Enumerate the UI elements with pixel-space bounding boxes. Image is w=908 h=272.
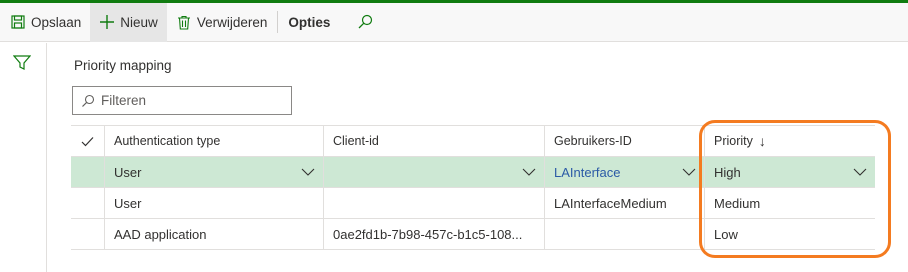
chevron-down-icon	[853, 165, 867, 180]
delete-label: Verwijderen	[196, 14, 268, 30]
search-icon	[80, 93, 96, 109]
priority-cell[interactable]: Medium	[704, 188, 875, 218]
delete-button[interactable]: Verwijderen	[167, 3, 277, 42]
authentication-type-cell[interactable]: User	[104, 188, 323, 218]
client-id-cell[interactable]: 0ae2fd1b-7b98-457c-b1c5-108...	[323, 219, 544, 249]
save-label: Opslaan	[31, 14, 82, 30]
toolbar-divider	[277, 11, 279, 33]
trash-icon	[176, 14, 192, 30]
options-tab[interactable]: Opties	[279, 3, 339, 42]
user-id-cell[interactable]: LAInterfaceMedium	[544, 188, 704, 218]
new-button[interactable]: Nieuw	[90, 2, 167, 42]
user-id-dropdown[interactable]: LAInterface	[544, 157, 704, 187]
row-selector[interactable]	[71, 157, 104, 187]
client-id-cell[interactable]	[323, 188, 544, 218]
priority-dropdown[interactable]: High	[704, 157, 875, 187]
priority-grid: Authentication type Client-id Gebruikers…	[71, 125, 875, 250]
new-label: Nieuw	[120, 14, 158, 30]
grid-header: Authentication type Client-id Gebruikers…	[71, 126, 875, 157]
row-selector[interactable]	[71, 219, 104, 249]
search-icon	[357, 14, 373, 30]
filter-input[interactable]: Filteren	[72, 86, 292, 115]
save-icon	[10, 14, 26, 30]
chevron-down-icon	[682, 165, 696, 180]
column-header-authentication-type[interactable]: Authentication type	[104, 126, 323, 156]
filter-placeholder: Filteren	[101, 93, 147, 108]
column-header-user-id[interactable]: Gebruikers-ID	[544, 126, 704, 156]
authentication-type-cell[interactable]: AAD application	[104, 219, 323, 249]
plus-icon	[99, 14, 115, 30]
priority-cell[interactable]: Low	[704, 219, 875, 249]
chevron-down-icon	[301, 165, 315, 180]
save-button[interactable]: Opslaan	[0, 3, 90, 42]
table-row[interactable]: AAD application 0ae2fd1b-7b98-457c-b1c5-…	[71, 219, 875, 250]
check-icon	[81, 136, 94, 146]
table-row[interactable]: User LAInterfaceMedium Medium	[71, 188, 875, 219]
chevron-down-icon	[522, 165, 536, 180]
funnel-icon[interactable]	[12, 55, 32, 74]
select-all-checkbox[interactable]	[71, 126, 104, 156]
column-header-client-id[interactable]: Client-id	[323, 126, 544, 156]
options-label: Opties	[288, 14, 331, 30]
client-id-dropdown[interactable]	[323, 157, 544, 187]
user-id-link[interactable]: LAInterface	[554, 165, 621, 180]
action-pane: Opslaan Nieuw Verwijderen Opties	[0, 2, 908, 42]
authentication-type-dropdown[interactable]: User	[104, 157, 323, 187]
sort-descending-icon: ↓	[758, 133, 766, 149]
user-id-cell[interactable]	[544, 219, 704, 249]
table-row[interactable]: User LAInterface High	[71, 157, 875, 188]
main-content: Priority mapping Filteren Authentication…	[48, 43, 908, 272]
left-rail	[0, 43, 47, 272]
column-header-priority[interactable]: Priority ↓	[704, 126, 875, 156]
section-title: Priority mapping	[74, 58, 172, 73]
search-button[interactable]	[339, 3, 382, 42]
row-selector[interactable]	[71, 188, 104, 218]
